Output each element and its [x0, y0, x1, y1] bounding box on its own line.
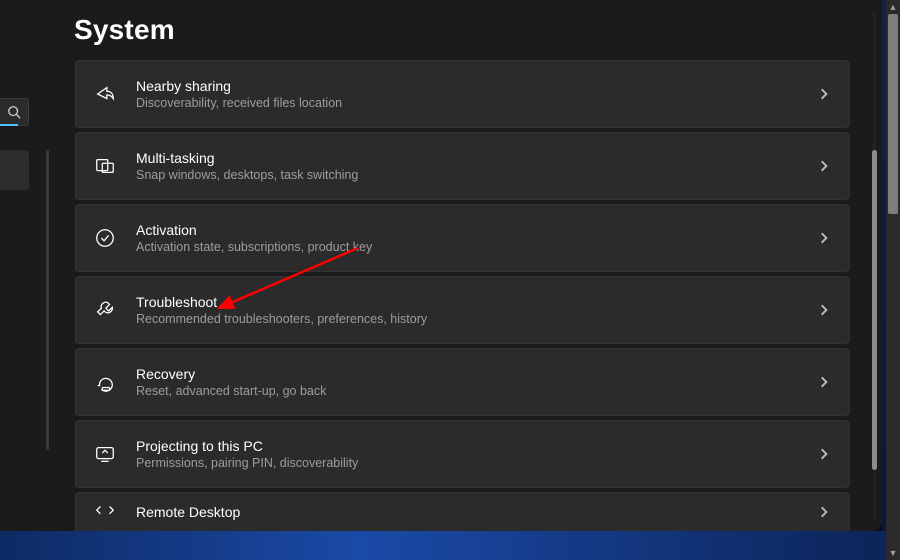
- row-title: Recovery: [136, 366, 326, 382]
- settings-list: Nearby sharing Discoverability, received…: [75, 60, 850, 531]
- share-icon: [94, 83, 116, 105]
- scroll-up-icon[interactable]: ▲: [886, 0, 900, 14]
- row-title: Multi-tasking: [136, 150, 358, 166]
- search-icon: [7, 105, 21, 119]
- row-title: Remote Desktop: [136, 504, 240, 520]
- row-sub: Recommended troubleshooters, preferences…: [136, 312, 427, 326]
- row-sub: Snap windows, desktops, task switching: [136, 168, 358, 182]
- scrollbar-thumb[interactable]: [872, 150, 877, 470]
- chevron-right-icon: [817, 375, 831, 389]
- project-icon: [94, 443, 116, 465]
- remote-icon: [94, 501, 116, 523]
- scroll-down-icon[interactable]: ▼: [886, 546, 900, 560]
- row-title: Nearby sharing: [136, 78, 342, 94]
- recovery-icon: [94, 371, 116, 393]
- row-title: Troubleshoot: [136, 294, 427, 310]
- chevron-right-icon: [817, 303, 831, 317]
- section-marker: [46, 150, 49, 450]
- chevron-right-icon: [817, 87, 831, 101]
- windows-icon: [94, 155, 116, 177]
- search-button[interactable]: [0, 98, 29, 126]
- row-projecting[interactable]: Projecting to this PC Permissions, pairi…: [75, 420, 850, 488]
- row-title: Projecting to this PC: [136, 438, 358, 454]
- row-nearby-sharing[interactable]: Nearby sharing Discoverability, received…: [75, 60, 850, 128]
- settings-window: System Nearby sharing Discoverability, r…: [0, 0, 882, 531]
- row-sub: Reset, advanced start-up, go back: [136, 384, 326, 398]
- wrench-icon: [94, 299, 116, 321]
- check-icon: [94, 227, 116, 249]
- row-troubleshoot[interactable]: Troubleshoot Recommended troubleshooters…: [75, 276, 850, 344]
- outer-scrollbar[interactable]: ▲ ▼: [886, 0, 900, 560]
- outer-scrollbar-thumb[interactable]: [888, 14, 898, 214]
- row-recovery[interactable]: Recovery Reset, advanced start-up, go ba…: [75, 348, 850, 416]
- row-multi-tasking[interactable]: Multi-tasking Snap windows, desktops, ta…: [75, 132, 850, 200]
- row-remote-desktop[interactable]: Remote Desktop: [75, 492, 850, 531]
- chevron-right-icon: [817, 447, 831, 461]
- chevron-right-icon: [817, 159, 831, 173]
- row-sub: Activation state, subscriptions, product…: [136, 240, 372, 254]
- page-title: System: [74, 14, 175, 46]
- chevron-right-icon: [817, 231, 831, 245]
- nav-item-system[interactable]: [0, 150, 29, 190]
- taskbar: [0, 531, 900, 560]
- row-sub: Discoverability, received files location: [136, 96, 342, 110]
- row-title: Activation: [136, 222, 372, 238]
- chevron-right-icon: [817, 505, 831, 519]
- left-nav-collapsed: [0, 0, 30, 531]
- row-activation[interactable]: Activation Activation state, subscriptio…: [75, 204, 850, 272]
- row-sub: Permissions, pairing PIN, discoverabilit…: [136, 456, 358, 470]
